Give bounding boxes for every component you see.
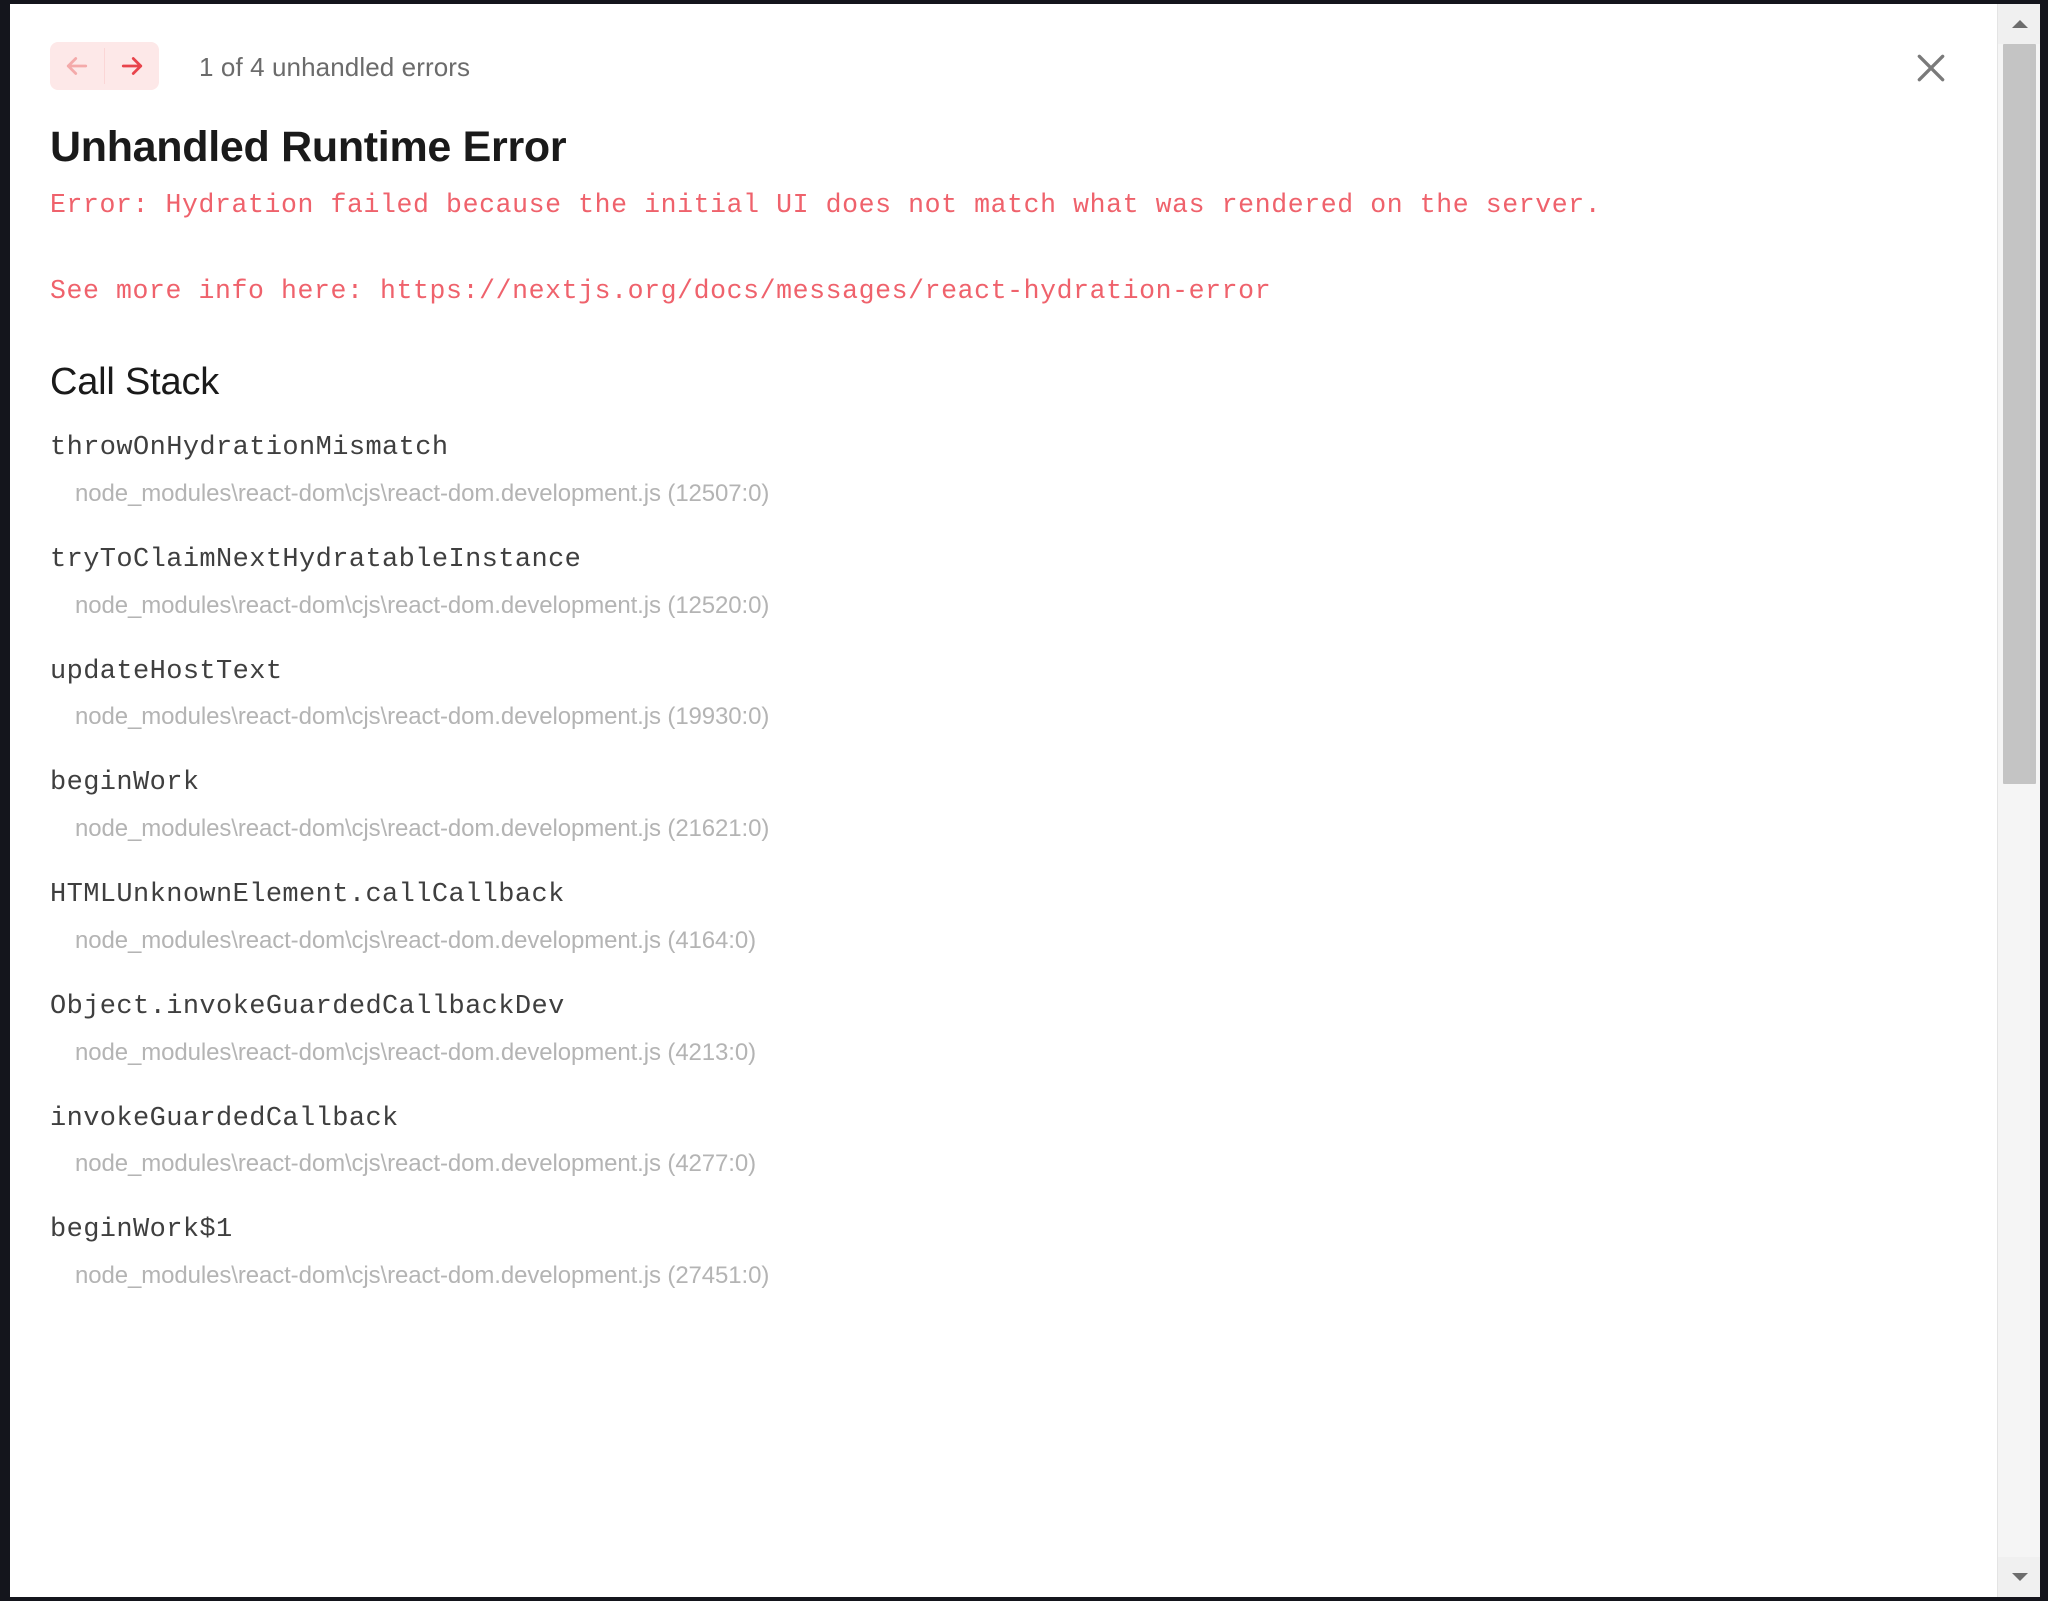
overlay-body: Unhandled Runtime Error Error: Hydration… bbox=[10, 122, 1997, 1290]
scroll-up-button[interactable] bbox=[1998, 4, 2040, 44]
error-message: Error: Hydration failed because the init… bbox=[50, 189, 1602, 220]
call-stack-frame[interactable]: throwOnHydrationMismatch node_modules\rea… bbox=[50, 432, 1957, 508]
scrollbar-thumb[interactable] bbox=[2003, 44, 2036, 784]
frame-function-name: throwOnHydrationMismatch bbox=[50, 433, 449, 464]
frame-function-name: tryToClaimNextHydratableInstance bbox=[50, 544, 582, 575]
arrow-right-icon bbox=[117, 51, 147, 81]
scroll-down-arrow-icon bbox=[2011, 1571, 2029, 1583]
frame-file-location: node_modules\react-dom\cjs\react-dom.dev… bbox=[75, 703, 770, 731]
error-title: Unhandled Runtime Error bbox=[50, 123, 567, 171]
frame-file-location: node_modules\react-dom\cjs\react-dom.dev… bbox=[75, 479, 770, 507]
overlay-header: 1 of 4 unhandled errors bbox=[10, 4, 1997, 122]
call-stack-frame[interactable]: updateHostText node_modules\react-dom\cjs… bbox=[50, 656, 1957, 732]
call-stack-frame[interactable]: beginWork$1 node_modules\react-dom\cjs\re… bbox=[50, 1214, 1957, 1290]
call-stack-title: Call Stack bbox=[50, 361, 220, 404]
call-stack-frame[interactable]: tryToClaimNextHydratableInstance node_mod… bbox=[50, 544, 1957, 620]
next-error-button[interactable] bbox=[105, 42, 159, 90]
call-stack-frame[interactable]: HTMLUnknownElement.callCallback node_modu… bbox=[50, 879, 1957, 955]
frame-function-name: invokeGuardedCallback bbox=[50, 1103, 399, 1134]
error-more-info-link[interactable]: See more info here: https://nextjs.org/d… bbox=[50, 272, 1957, 310]
vertical-scrollbar[interactable] bbox=[1997, 4, 2040, 1597]
frame-function-name: beginWork$1 bbox=[50, 1215, 233, 1246]
previous-error-button[interactable] bbox=[50, 42, 104, 90]
frame-function-name: updateHostText bbox=[50, 656, 283, 687]
call-stack-list: throwOnHydrationMismatch node_modules\rea… bbox=[50, 432, 1957, 1290]
error-navigation-group bbox=[50, 42, 159, 90]
frame-file-location: node_modules\react-dom\cjs\react-dom.dev… bbox=[75, 815, 770, 843]
frame-function-name: Object.invokeGuardedCallbackDev bbox=[50, 991, 565, 1022]
unhandled-runtime-error-overlay: 1 of 4 unhandled errors Unhandled Runtim… bbox=[10, 4, 1997, 1597]
call-stack-frame[interactable]: invokeGuardedCallback node_modules\react-… bbox=[50, 1103, 1957, 1179]
error-count-label: 1 of 4 unhandled errors bbox=[199, 51, 471, 82]
frame-file-location: node_modules\react-dom\cjs\react-dom.dev… bbox=[75, 926, 757, 954]
frame-file-location: node_modules\react-dom\cjs\react-dom.dev… bbox=[75, 1262, 770, 1290]
call-stack-frame[interactable]: Object.invokeGuardedCallbackDev node_modu… bbox=[50, 991, 1957, 1067]
call-stack-frame[interactable]: beginWork node_modules\react-dom\cjs\reac… bbox=[50, 767, 1957, 843]
browser-window: 1 of 4 unhandled errors Unhandled Runtim… bbox=[0, 0, 2048, 1601]
close-icon bbox=[1911, 48, 1951, 88]
scroll-up-arrow-icon bbox=[2011, 18, 2029, 30]
frame-file-location: node_modules\react-dom\cjs\react-dom.dev… bbox=[75, 591, 770, 619]
arrow-left-icon bbox=[62, 51, 92, 81]
close-overlay-button[interactable] bbox=[1903, 40, 1959, 96]
frame-function-name: HTMLUnknownElement.callCallback bbox=[50, 880, 565, 911]
scroll-down-button[interactable] bbox=[1998, 1557, 2040, 1597]
frame-file-location: node_modules\react-dom\cjs\react-dom.dev… bbox=[75, 1038, 757, 1066]
frame-file-location: node_modules\react-dom\cjs\react-dom.dev… bbox=[75, 1150, 757, 1178]
frame-function-name: beginWork bbox=[50, 768, 200, 799]
